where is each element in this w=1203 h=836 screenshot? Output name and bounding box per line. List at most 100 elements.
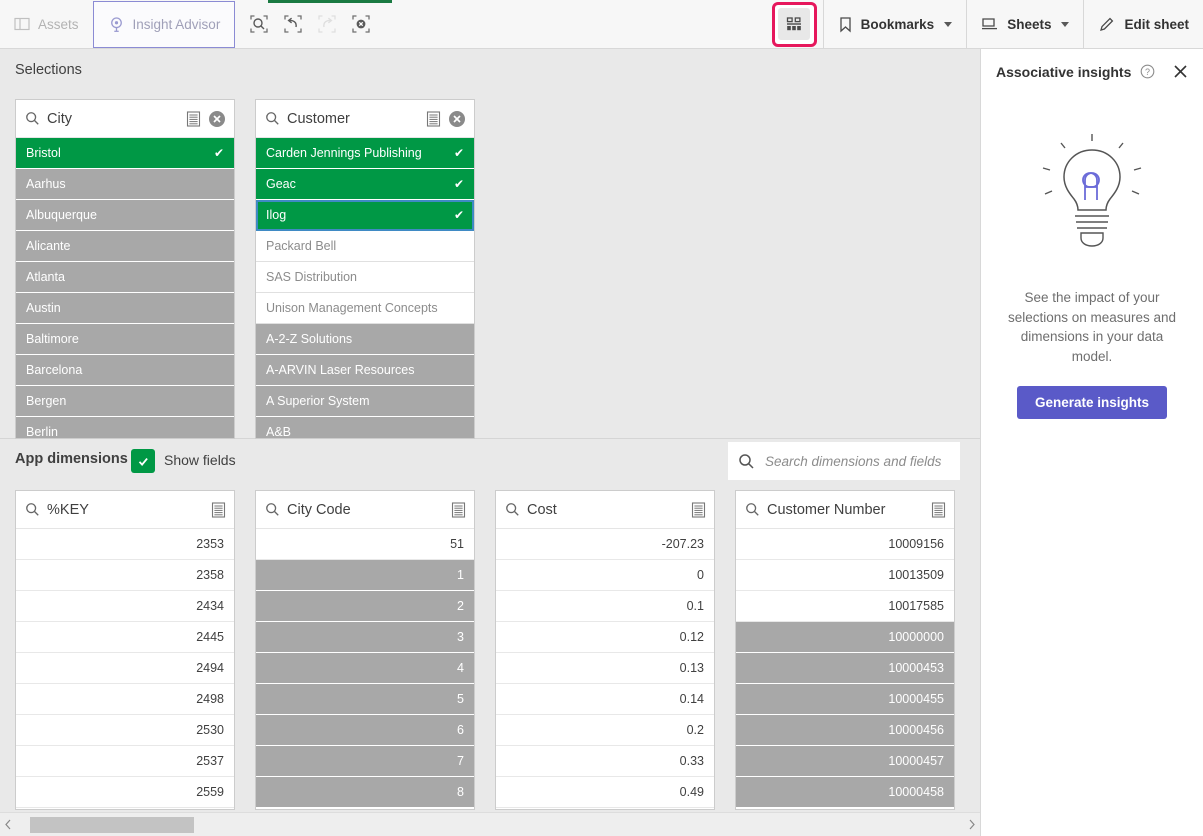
listbox-value-row[interactable]: 10000453 [736, 653, 954, 684]
listbox-value-row[interactable]: Baltimore [16, 324, 234, 355]
listbox-value-row[interactable]: Packard Bell [256, 231, 474, 262]
listbox-value-row[interactable]: 10000455 [736, 684, 954, 715]
listbox-value-text: Bergen [26, 394, 67, 408]
listbox-value-row[interactable]: 1 [256, 560, 474, 591]
listbox-value-row[interactable]: 2498 [16, 684, 234, 715]
edit-sheet-button[interactable]: Edit sheet [1084, 0, 1203, 48]
associative-insights-header: Associative insights ? [981, 49, 1203, 80]
close-icon[interactable] [1172, 63, 1189, 80]
listbox-value-text: 2434 [196, 599, 224, 613]
listbox-header[interactable]: City Code [256, 491, 474, 529]
step-forward-button[interactable] [311, 8, 343, 40]
listbox-header[interactable]: Customer Number [736, 491, 954, 529]
listbox-value-row[interactable]: Berlin [16, 417, 234, 438]
listbox-value-row[interactable]: Austin [16, 293, 234, 324]
listbox-value-row[interactable]: 2445 [16, 622, 234, 653]
scroll-left-button[interactable] [0, 813, 16, 836]
listbox-value-text: 0.14 [679, 692, 704, 706]
listbox-value-row[interactable]: Bristol ✔ [16, 138, 234, 169]
generate-insights-button[interactable]: Generate insights [1016, 386, 1168, 420]
listbox-value-row[interactable]: Unison Management Concepts [256, 293, 474, 324]
step-back-button[interactable] [277, 8, 309, 40]
listbox-menu-icon[interactable] [931, 501, 946, 518]
dimension-search[interactable] [728, 442, 960, 480]
clear-all-selections-button[interactable] [345, 8, 377, 40]
listbox-header[interactable]: %KEY [16, 491, 234, 529]
listbox-value-row[interactable]: Atlanta [16, 262, 234, 293]
listbox-value-row[interactable]: Albuquerque [16, 200, 234, 231]
listbox-value-row[interactable]: 10000457 [736, 746, 954, 777]
listbox-value-row[interactable]: 10017585 [736, 591, 954, 622]
scroll-right-button[interactable] [964, 813, 980, 836]
listbox-value-row[interactable]: A-2-Z Solutions [256, 324, 474, 355]
search-input[interactable] [763, 452, 950, 470]
show-fields-checkbox[interactable] [131, 449, 155, 473]
listbox-value-row[interactable]: 0.33 [496, 746, 714, 777]
listbox-value-row[interactable]: 10000458 [736, 777, 954, 808]
listbox-menu-icon[interactable] [426, 110, 441, 127]
listbox-value-row[interactable]: -207.23 [496, 529, 714, 560]
listbox-value-row[interactable]: 8 [256, 777, 474, 808]
listbox-value-row[interactable]: A Superior System [256, 386, 474, 417]
listbox-value-row[interactable]: Alicante [16, 231, 234, 262]
listbox-header[interactable]: City [16, 100, 234, 138]
listbox-value-row[interactable]: 0.2 [496, 715, 714, 746]
listbox-menu-icon[interactable] [451, 501, 466, 518]
clear-selection-icon[interactable] [448, 110, 466, 128]
horizontal-scrollbar[interactable] [0, 812, 980, 836]
sheets-button[interactable]: Sheets [967, 0, 1083, 48]
listbox-value-row[interactable]: 0.1 [496, 591, 714, 622]
listbox-value-row[interactable]: 0.14 [496, 684, 714, 715]
scrollbar-track[interactable] [16, 813, 964, 836]
listbox-header[interactable]: Customer [256, 100, 474, 138]
listbox-value-row[interactable]: 6 [256, 715, 474, 746]
listbox-menu-icon[interactable] [691, 501, 706, 518]
listbox-value-row[interactable]: 10013509 [736, 560, 954, 591]
listbox-value-row[interactable]: A&B [256, 417, 474, 438]
listbox-value-row[interactable]: SAS Distribution [256, 262, 474, 293]
selections-tool-button[interactable] [771, 1, 817, 47]
bookmarks-button[interactable]: Bookmarks [824, 0, 967, 48]
listbox-value-row[interactable]: 0.49 [496, 777, 714, 808]
listbox-menu-icon[interactable] [211, 501, 226, 518]
listbox-value-row[interactable]: 2494 [16, 653, 234, 684]
listbox-value-row[interactable]: 10000000 [736, 622, 954, 653]
listbox-value-row[interactable]: Geac ✔ [256, 169, 474, 200]
listbox-value-row[interactable]: 2434 [16, 591, 234, 622]
listbox-value-row[interactable]: 0.13 [496, 653, 714, 684]
clear-selection-icon[interactable] [208, 110, 226, 128]
selection-search-button[interactable] [243, 8, 275, 40]
listbox-value-row[interactable]: Bergen [16, 386, 234, 417]
listbox-value-row[interactable]: 0 [496, 560, 714, 591]
listbox-value-row[interactable]: 10009156 [736, 529, 954, 560]
listbox-value-row[interactable]: Carden Jennings Publishing ✔ [256, 138, 474, 169]
listbox-value-row[interactable]: 51 [256, 529, 474, 560]
listbox-value-row[interactable]: 2353 [16, 529, 234, 560]
scrollbar-thumb[interactable] [30, 816, 194, 833]
listbox-value-row[interactable]: Aarhus [16, 169, 234, 200]
listbox-value-row[interactable]: 2358 [16, 560, 234, 591]
assets-button[interactable]: Assets [0, 0, 93, 48]
selection-search-icon [250, 15, 268, 33]
listbox-value-row[interactable]: 2537 [16, 746, 234, 777]
selected-check-icon: ✔ [453, 146, 464, 160]
listbox-header[interactable]: Cost [496, 491, 714, 529]
search-icon [739, 453, 754, 469]
listbox-value-text: 2445 [196, 630, 224, 644]
listbox-value-row[interactable]: 4 [256, 653, 474, 684]
listbox-value-row[interactable]: Ilog ✔ [256, 200, 474, 231]
listbox-value-row[interactable]: 2559 [16, 777, 234, 808]
listbox-value-row[interactable]: 7 [256, 746, 474, 777]
listbox-value-text: SAS Distribution [266, 270, 358, 284]
listbox-value-row[interactable]: Barcelona [16, 355, 234, 386]
insight-advisor-button[interactable]: Insight Advisor [92, 1, 236, 48]
listbox-value-row[interactable]: A-ARVIN Laser Resources [256, 355, 474, 386]
listbox-value-row[interactable]: 3 [256, 622, 474, 653]
listbox-menu-icon[interactable] [186, 110, 201, 127]
listbox-value-row[interactable]: 5 [256, 684, 474, 715]
listbox-value-row[interactable]: 2530 [16, 715, 234, 746]
listbox-value-row[interactable]: 10000456 [736, 715, 954, 746]
listbox-value-row[interactable]: 0.12 [496, 622, 714, 653]
help-circle-icon[interactable]: ? [1140, 64, 1155, 79]
listbox-value-row[interactable]: 2 [256, 591, 474, 622]
